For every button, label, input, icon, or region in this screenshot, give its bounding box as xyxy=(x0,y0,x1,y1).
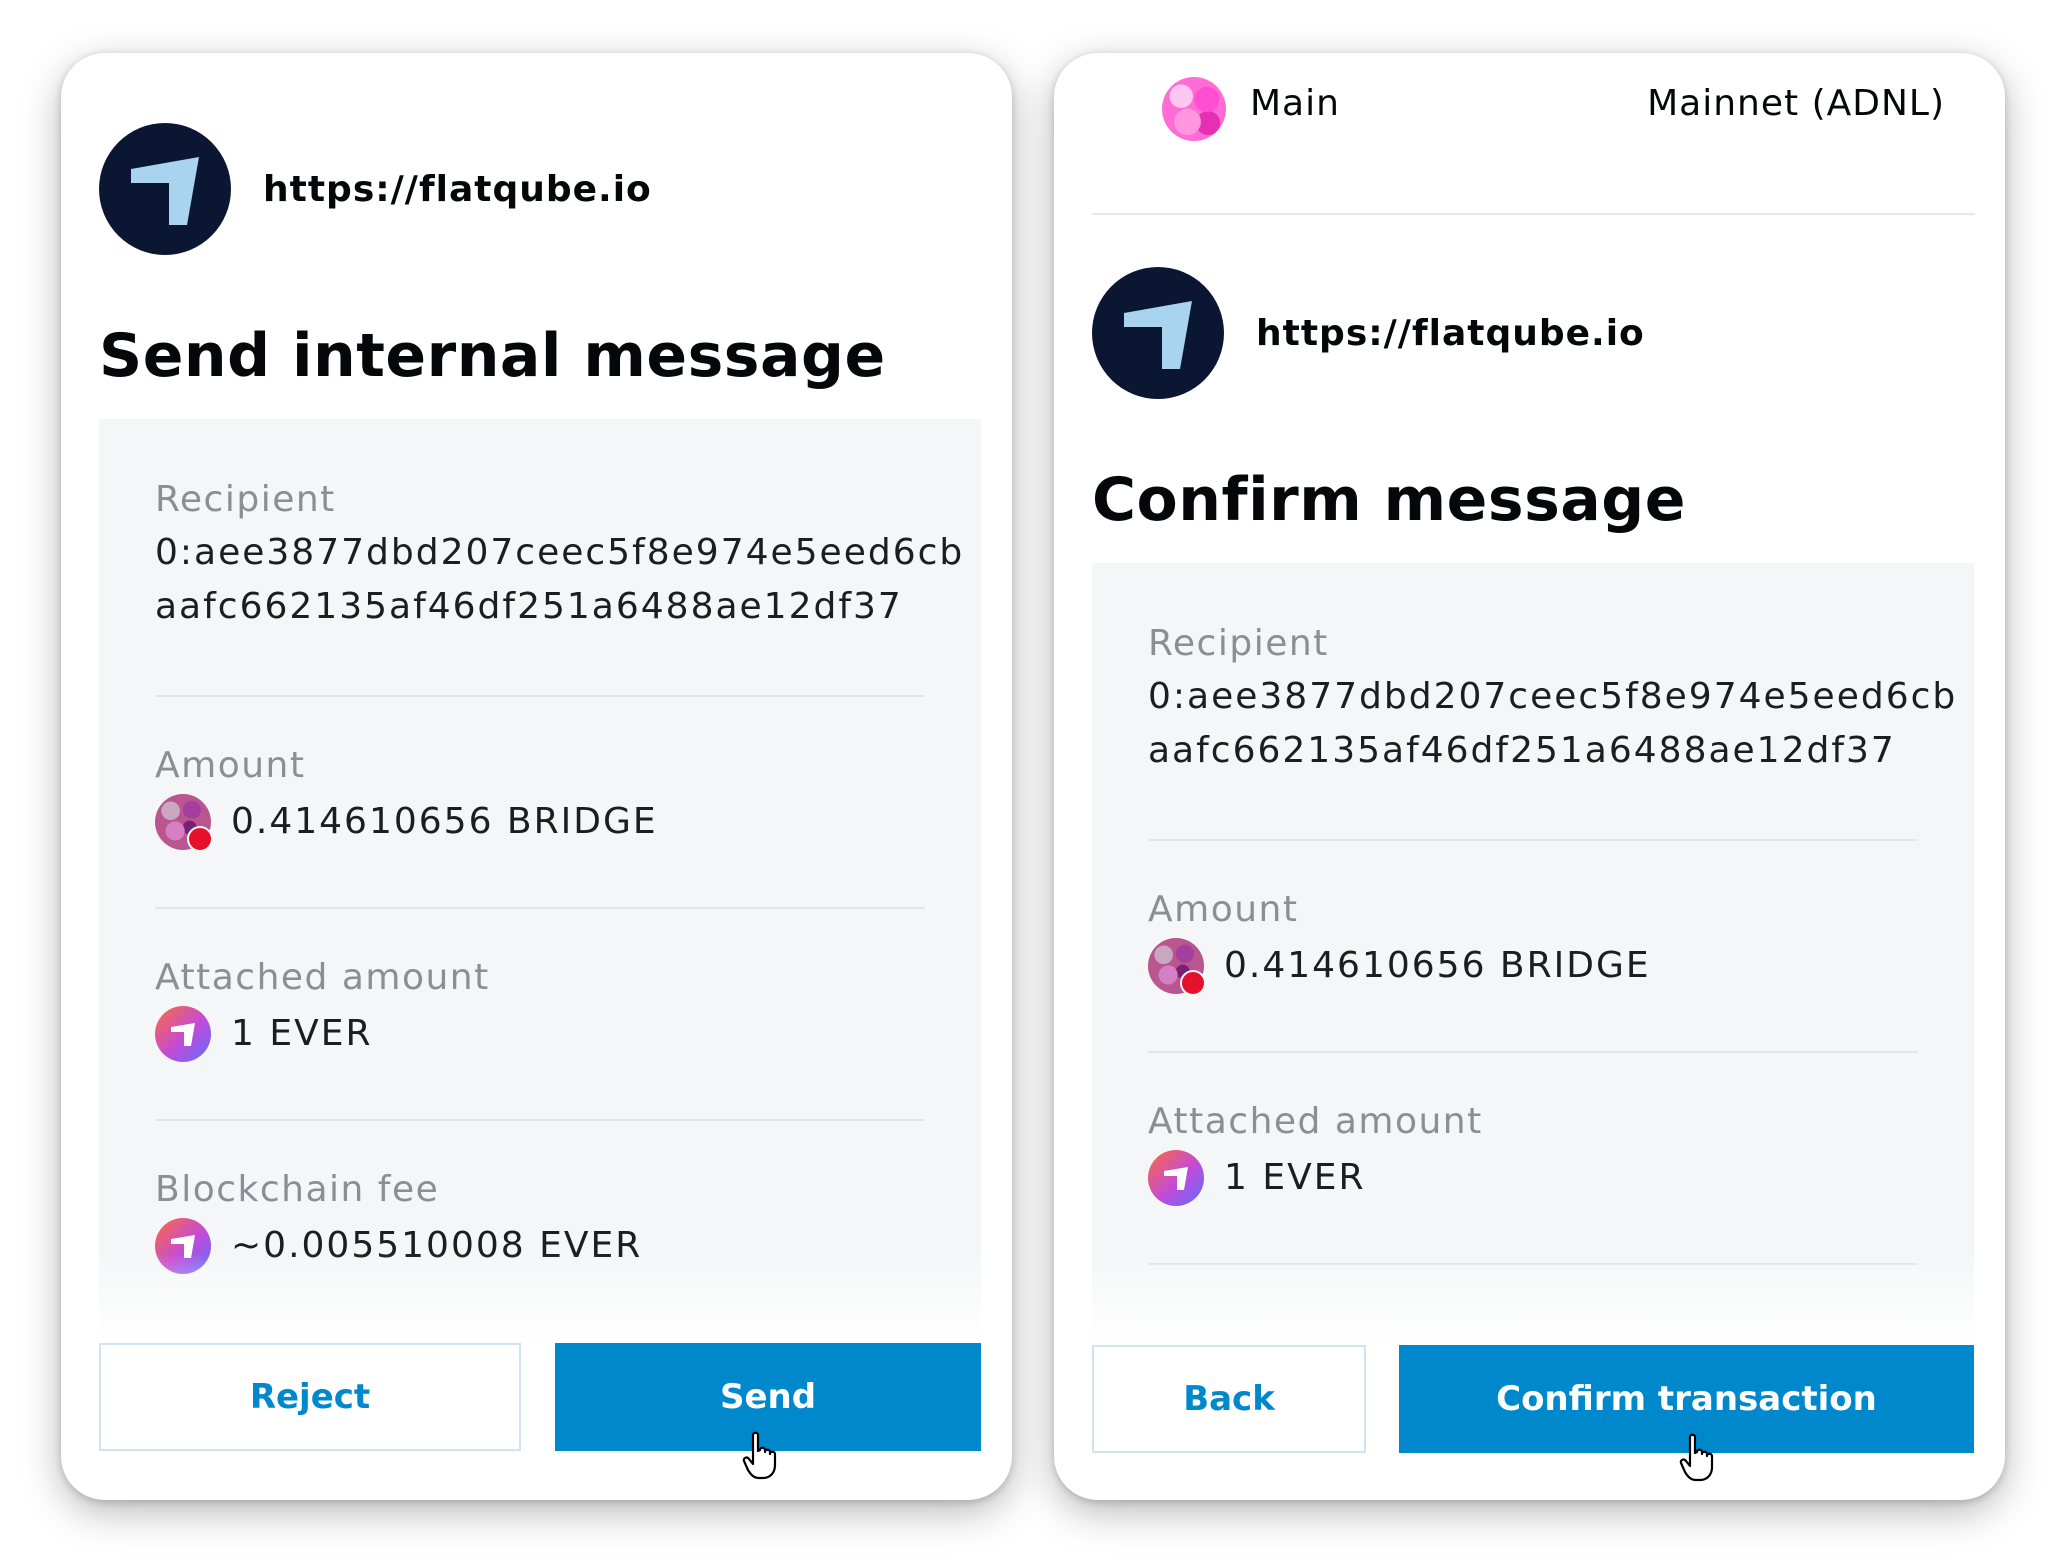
recipient-address: 0:aee3877dbd207ceec5f8e974e5eed6cb aafc6… xyxy=(1148,670,1958,778)
account-name[interactable]: Main xyxy=(1250,83,1340,124)
send-message-card: https://flatqube.io Send internal messag… xyxy=(61,53,1012,1500)
site-info: https://flatqube.io xyxy=(1092,267,1645,399)
blockchain-fee-label: Blockchain fee xyxy=(155,1169,440,1210)
site-url: https://flatqube.io xyxy=(263,168,652,210)
attached-amount-label: Attached amount xyxy=(1148,1101,1483,1142)
amount-field: Amount 0.414610656 BRIDGE xyxy=(1148,889,1918,996)
attached-amount-field: Attached amount 1 EVER xyxy=(155,957,925,1062)
bridge-token-icon xyxy=(1148,938,1206,996)
recipient-label: Recipient xyxy=(155,479,336,520)
confirm-message-card: Main Mainnet (ADNL) https://flatqube.io … xyxy=(1054,53,2005,1500)
hand-pointer-icon xyxy=(1679,1433,1714,1482)
flatqube-logo-icon xyxy=(1092,267,1224,399)
recipient-address-line-1: 0:aee3877dbd207ceec5f8e974e5eed6cb xyxy=(155,532,965,573)
divider xyxy=(155,695,925,697)
message-details-panel: Recipient 0:aee3877dbd207ceec5f8e974e5ee… xyxy=(1092,563,1974,1345)
amount-label: Amount xyxy=(155,745,306,786)
attached-amount-value: 1 EVER xyxy=(231,1013,373,1054)
attached-amount-value: 1 EVER xyxy=(1224,1157,1366,1198)
ever-token-icon xyxy=(1148,1150,1204,1206)
attached-amount-row: 1 EVER xyxy=(1148,1150,1918,1206)
divider xyxy=(155,1119,925,1121)
recipient-address-line-2: aafc662135af46df251a6488ae12df37 xyxy=(1148,730,1896,771)
recipient-address-line-1: 0:aee3877dbd207ceec5f8e974e5eed6cb xyxy=(1148,676,1958,717)
attached-amount-field: Attached amount 1 EVER xyxy=(1148,1101,1918,1206)
recipient-address: 0:aee3877dbd207ceec5f8e974e5eed6cb aafc6… xyxy=(155,526,965,634)
amount-field: Amount 0.414610656 BRIDGE xyxy=(155,745,925,852)
divider xyxy=(1148,839,1918,841)
attached-amount-label: Attached amount xyxy=(155,957,490,998)
divider xyxy=(155,907,925,909)
amount-value: 0.414610656 BRIDGE xyxy=(1224,945,1651,986)
site-info: https://flatqube.io xyxy=(99,123,652,255)
recipient-field: Recipient 0:aee3877dbd207ceec5f8e974e5ee… xyxy=(1148,623,1958,778)
hand-pointer-icon xyxy=(742,1431,777,1480)
amount-value: 0.414610656 BRIDGE xyxy=(231,801,658,842)
recipient-label: Recipient xyxy=(1148,623,1329,664)
panel-fade xyxy=(1092,1255,1974,1345)
amount-row: 0.414610656 BRIDGE xyxy=(1148,938,1918,996)
recipient-field: Recipient 0:aee3877dbd207ceec5f8e974e5ee… xyxy=(155,479,965,634)
amount-label: Amount xyxy=(1148,889,1299,930)
divider xyxy=(1148,1051,1918,1053)
back-button[interactable]: Back xyxy=(1092,1345,1366,1453)
attached-amount-row: 1 EVER xyxy=(155,1006,925,1062)
bridge-token-icon xyxy=(155,794,213,852)
site-url: https://flatqube.io xyxy=(1256,312,1645,354)
message-details-panel: Recipient 0:aee3877dbd207ceec5f8e974e5ee… xyxy=(99,419,981,1343)
flatqube-logo-icon xyxy=(99,123,231,255)
page-title: Send internal message xyxy=(99,321,886,391)
account-avatar[interactable] xyxy=(1162,77,1226,141)
account-bar: Main Mainnet (ADNL) xyxy=(1092,53,1975,215)
amount-row: 0.414610656 BRIDGE xyxy=(155,794,925,852)
page-title: Confirm message xyxy=(1092,465,1686,535)
reject-button[interactable]: Reject xyxy=(99,1343,521,1451)
ever-token-icon xyxy=(155,1006,211,1062)
network-selector[interactable]: Mainnet (ADNL) xyxy=(1647,83,1945,124)
recipient-address-line-2: aafc662135af46df251a6488ae12df37 xyxy=(155,586,903,627)
panel-fade xyxy=(99,1253,981,1343)
